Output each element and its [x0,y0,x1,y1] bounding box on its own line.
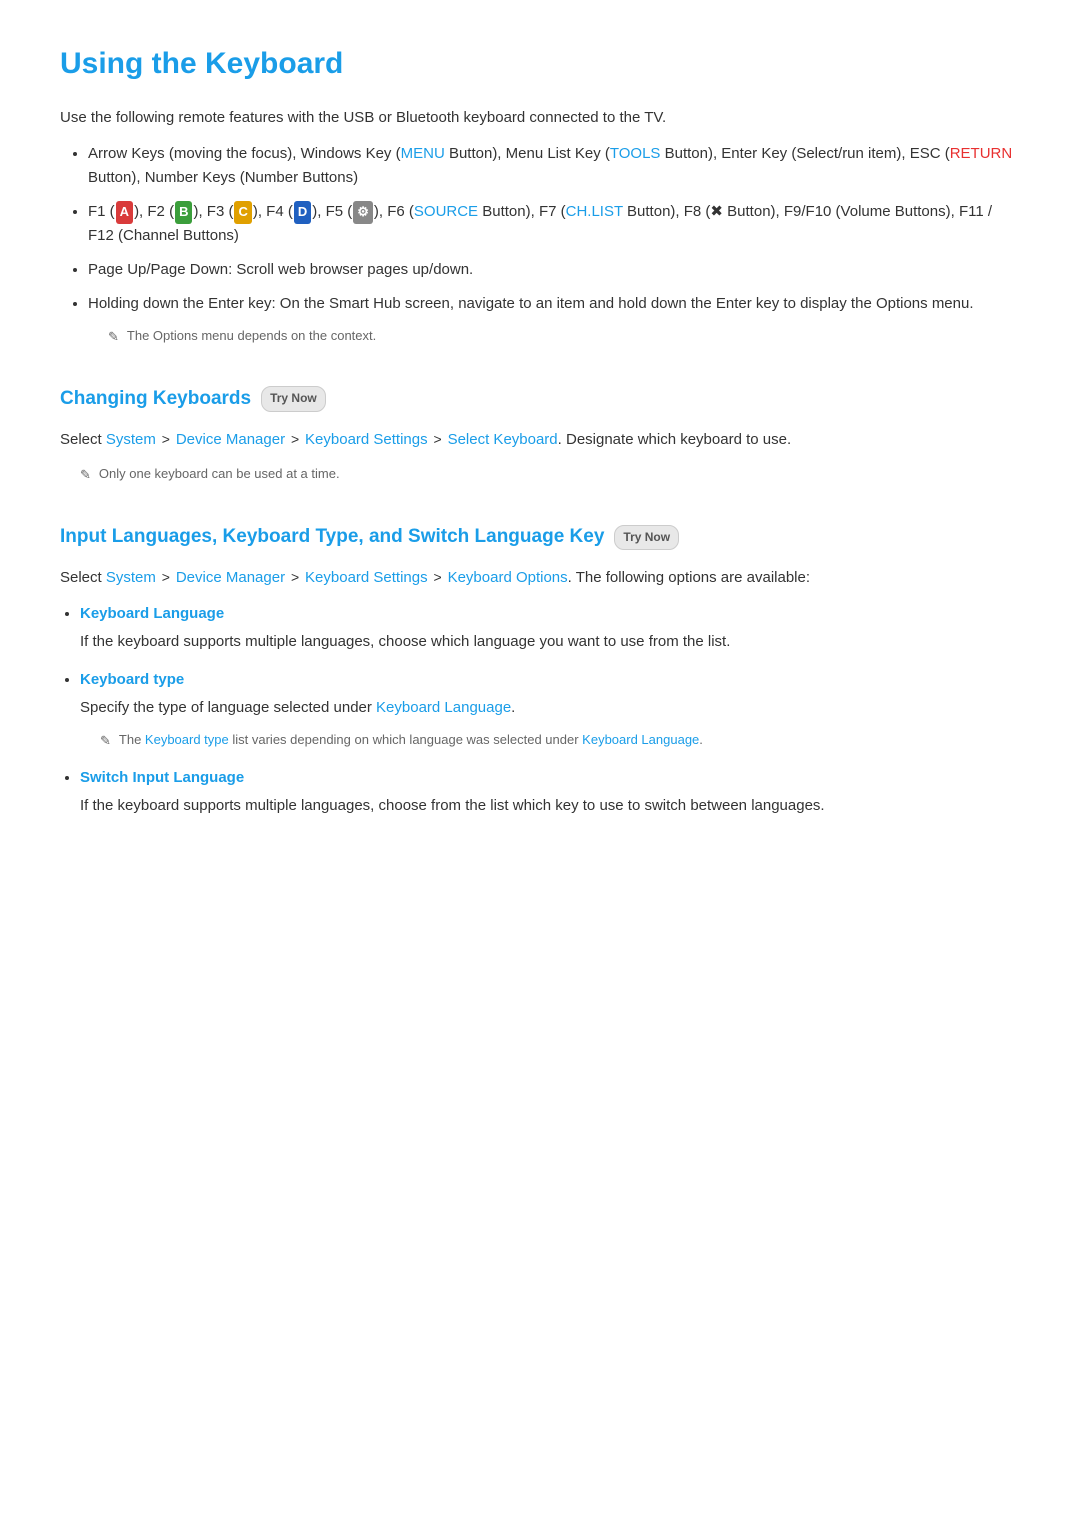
page-title: Using the Keyboard [60,40,1020,88]
section2-body-end: . The following options are available: [568,569,810,586]
pencil-icon: ✎ [108,327,119,348]
section2-body-text: Select [60,569,106,586]
switch-input-text: If the keyboard supports multiple langua… [80,797,825,814]
menu-link: MENU [401,145,445,162]
section1-device-manager: Device Manager [176,431,285,448]
section2-system: System [106,569,156,586]
section1-body-end: . Designate which keyboard to use. [558,431,791,448]
pencil-icon-2: ✎ [80,465,91,486]
section2-try-now[interactable]: Try Now [614,525,679,550]
section2-body: Select System > Device Manager > Keyboar… [60,566,1020,590]
holdenter-text: Holding down the Enter key: On the Smart… [88,295,974,312]
pencil-icon-3: ✎ [100,731,111,752]
bullet-item-2: F1 (A), F2 (B), F3 (C), F4 (D), F5 (⚙), … [88,200,1020,248]
kb-type-note-link2: Keyboard Language [582,732,699,747]
return-link: RETURN [950,145,1013,162]
section1-system: System [106,431,156,448]
section2-device-manager: Device Manager [176,569,285,586]
tools-link: TOOLS [610,145,661,162]
options-note: ✎ The Options menu depends on the contex… [108,326,1020,348]
section1-note-text: Only one keyboard can be used at a time. [99,464,340,485]
section2-arrow1: > [158,569,174,585]
kb-type-link: Keyboard Language [376,699,511,716]
bullet-item-4: Holding down the Enter key: On the Smart… [88,292,1020,348]
list-item-switch-input: Switch Input Language If the keyboard su… [80,766,1020,818]
f5-label: ), F5 ( [312,203,352,220]
section1-heading: Changing Keyboards Try Now [60,384,1020,414]
key-a: A [116,201,133,224]
key-c: C [234,201,251,224]
bullet-item-1: Arrow Keys (moving the focus), Windows K… [88,142,1020,190]
main-bullet-list: Arrow Keys (moving the focus), Windows K… [88,142,1020,348]
section1-body-text: Select [60,431,106,448]
f4-label: ), F4 ( [253,203,293,220]
f6-label: ), F6 ( [374,203,414,220]
source-link: SOURCE [414,203,478,220]
key-d: D [294,201,311,224]
kb-type-note-text: The Keyboard type list varies depending … [119,730,703,751]
f2-label: ), F2 ( [134,203,174,220]
bullet1-text-before: Arrow Keys (moving the focus), Windows K… [88,145,401,162]
options-note-text: The Options menu depends on the context. [127,326,376,347]
kb-type-note: ✎ The Keyboard type list varies dependin… [100,730,1020,752]
bullet1-end: Button), Number Keys (Number Buttons) [88,169,358,186]
switch-input-title: Switch Input Language [80,766,1020,790]
section2-arrow2: > [287,569,303,585]
pageupdown-text: Page Up/Page Down: Scroll web browser pa… [88,261,473,278]
bullet-item-3: Page Up/Page Down: Scroll web browser pa… [88,258,1020,282]
kb-type-note-link1: Keyboard type [145,732,229,747]
key-settings: ⚙ [353,201,373,224]
section1-select-keyboard: Select Keyboard [448,431,558,448]
list-item-keyboard-type: Keyboard type Specify the type of langua… [80,668,1020,752]
kb-language-title: Keyboard Language [80,602,1020,626]
section1-try-now[interactable]: Try Now [261,386,326,411]
section1-body: Select System > Device Manager > Keyboar… [60,428,1020,452]
section1-arrow2: > [287,431,303,447]
section1-arrow1: > [158,431,174,447]
options-list: Keyboard Language If the keyboard suppor… [80,602,1020,818]
section1-title: Changing Keyboards [60,384,251,414]
kb-language-text: If the keyboard supports multiple langua… [80,633,730,650]
bullet1-mid2: Button), Enter Key (Select/run item), ES… [660,145,949,162]
bullet1-mid1: Button), Menu List Key ( [445,145,610,162]
kb-type-text: Specify the type of language selected un… [80,699,376,716]
section2-heading: Input Languages, Keyboard Type, and Swit… [60,522,1020,552]
key-b: B [175,201,192,224]
chlist-link: CH.LIST [566,203,623,220]
f8-icon: ✖ [710,203,723,220]
f7-label: Button), F7 ( [478,203,566,220]
section1-keyboard-settings: Keyboard Settings [305,431,428,448]
f1-label: F1 ( [88,203,115,220]
list-item-keyboard-language: Keyboard Language If the keyboard suppor… [80,602,1020,654]
section2-keyboard-settings: Keyboard Settings [305,569,428,586]
kb-type-title: Keyboard type [80,668,1020,692]
section1-arrow3: > [430,431,446,447]
f3-label: ), F3 ( [193,203,233,220]
f8-label: Button), F8 ( [623,203,711,220]
section2-keyboard-options: Keyboard Options [448,569,568,586]
kb-type-period: . [511,699,515,716]
section1-note: ✎ Only one keyboard can be used at a tim… [80,464,1020,486]
section2-title: Input Languages, Keyboard Type, and Swit… [60,522,604,552]
section2-arrow3: > [430,569,446,585]
intro-text: Use the following remote features with t… [60,106,1020,130]
